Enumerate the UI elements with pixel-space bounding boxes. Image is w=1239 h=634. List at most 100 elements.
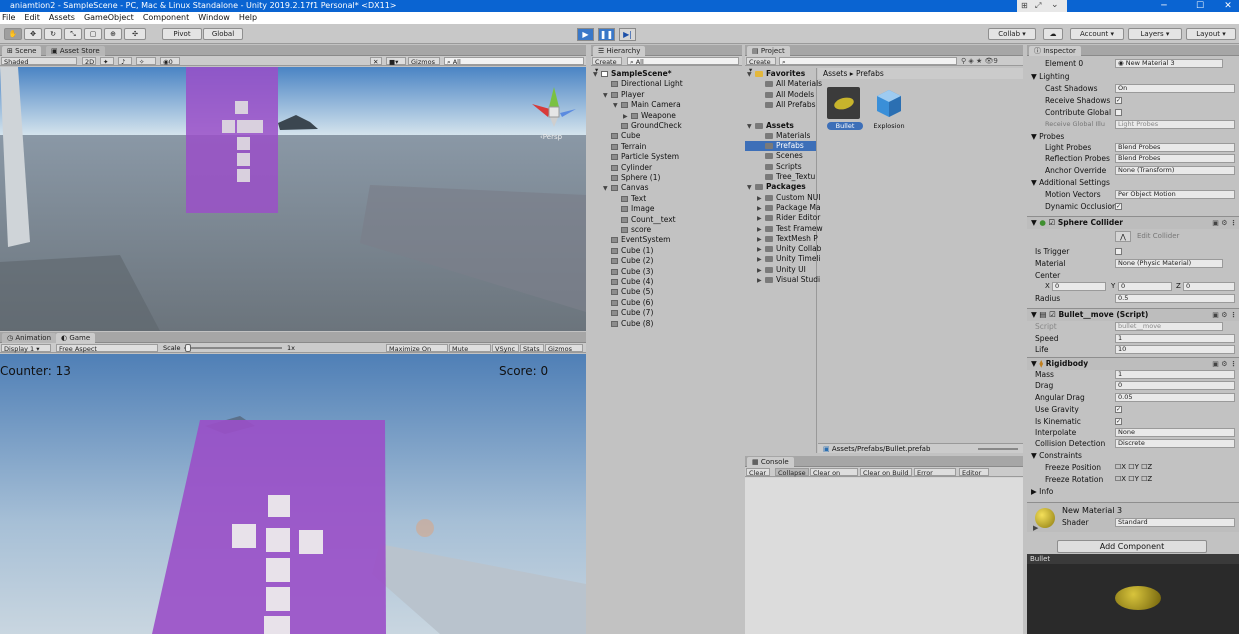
reflection-probes-dropdown[interactable]: Blend Probes	[1115, 154, 1235, 163]
radius-field[interactable]: 0.5	[1115, 294, 1235, 303]
maximize-on-play-toggle[interactable]: Maximize On Play	[386, 344, 448, 361]
hierarchy-item[interactable]: Cylinder	[591, 163, 742, 173]
hierarchy-item[interactable]: Cube (1)	[591, 246, 742, 256]
light-probes-dropdown[interactable]: Blend Probes	[1115, 143, 1235, 152]
menu-help[interactable]: Help	[239, 12, 257, 24]
is-kinematic-checkbox[interactable]: ✓	[1115, 418, 1122, 425]
collider-material-field[interactable]: None (Physic Material)	[1115, 259, 1223, 268]
move-tool-button[interactable]: ✥	[24, 28, 42, 40]
custom-tool-button[interactable]: ✣	[124, 28, 146, 40]
edit-collider-button[interactable]: ⋀	[1115, 231, 1131, 242]
game-viewport[interactable]	[0, 354, 586, 634]
tab-scene[interactable]: ⊞ Scene	[2, 46, 42, 56]
tab-game[interactable]: ◐ Game	[56, 333, 96, 343]
hierarchy-item[interactable]: Sphere (1)	[591, 173, 742, 183]
material-expand-icon[interactable]: ▶	[1033, 524, 1038, 532]
display-dropdown[interactable]: Display 1 ▾	[1, 344, 51, 353]
console-clear-on-play-toggle[interactable]: Clear on Play	[810, 468, 858, 485]
interpolate-dropdown[interactable]: None	[1115, 428, 1235, 437]
receive-shadows-checkbox[interactable]: ✓	[1115, 97, 1122, 104]
close-button[interactable]: ✕	[1214, 0, 1239, 12]
project-tree-item[interactable]: Scenes	[745, 151, 816, 161]
probes-header[interactable]: ▼ Probes	[1027, 131, 1239, 142]
dynamic-occlusion-checkbox[interactable]: ✓	[1115, 203, 1122, 210]
project-tree-item[interactable]: Scripts	[745, 162, 816, 172]
project-tree-item[interactable]: Tree_Textu	[745, 172, 816, 182]
project-tree-item[interactable]: ▶ Unity Timeli	[745, 254, 821, 264]
game-gizmos-dropdown[interactable]: Gizmos	[545, 344, 583, 353]
menu-assets[interactable]: Assets	[49, 12, 75, 24]
console-collapse-toggle[interactable]: Collapse	[775, 468, 809, 477]
hierarchy-search-input[interactable]: ⌕ All	[627, 57, 739, 66]
hidden-objects-toggle[interactable]: ◉0	[160, 57, 180, 66]
hierarchy-item[interactable]: Cube	[591, 131, 742, 141]
hierarchy-item[interactable]: Cube (6)	[591, 298, 742, 308]
menu-file[interactable]: File	[2, 12, 15, 24]
project-tree-item[interactable]	[745, 110, 816, 120]
shader-dropdown[interactable]: Standard	[1115, 518, 1235, 527]
receive-gi-dropdown[interactable]: Light Probes	[1115, 120, 1235, 129]
hierarchy-item[interactable]: Cube (2)	[591, 256, 742, 266]
project-tree-item[interactable]: ▶ TextMesh P	[745, 234, 818, 244]
tools-toggle[interactable]: ✕	[370, 57, 382, 66]
project-tree-item[interactable]: All Prefabs	[745, 100, 816, 110]
transform-tool-button[interactable]: ⊕	[104, 28, 122, 40]
hierarchy-item[interactable]: ▼ Main Camera	[591, 100, 742, 110]
scene-search-input[interactable]: ⌕ All	[444, 57, 584, 66]
global-toggle[interactable]: Global	[203, 28, 243, 40]
hierarchy-item[interactable]: Cube (3)	[591, 267, 742, 277]
contribute-gi-checkbox[interactable]	[1115, 109, 1122, 116]
project-tree-item[interactable]: ▶ Test Framew	[745, 224, 823, 234]
life-field[interactable]: 10	[1115, 345, 1235, 354]
hierarchy-item[interactable]: GroundCheck	[591, 121, 742, 131]
hierarchy-item[interactable]: score	[591, 225, 742, 235]
hierarchy-create-button[interactable]: Create ▾	[592, 57, 622, 74]
project-tree-item[interactable]: ▶ Unity UI	[745, 265, 816, 275]
gizmos-dropdown[interactable]: Gizmos	[408, 57, 440, 66]
collab-dropdown[interactable]: Collab ▾	[988, 28, 1036, 40]
project-tree-item[interactable]: Materials	[745, 131, 816, 141]
project-filter-icons[interactable]: ⚲ ◈ ★ 👁9	[961, 57, 998, 65]
breadcrumb-prefabs[interactable]: Prefabs	[856, 69, 884, 78]
additional-settings-header[interactable]: ▼ Additional Settings	[1027, 177, 1239, 188]
console-clear-button[interactable]: Clear	[746, 468, 770, 477]
scene-viewport[interactable]: ‹Persp	[0, 67, 586, 331]
scale-slider-handle[interactable]	[185, 344, 191, 352]
element0-field[interactable]: ◉ New Material 3	[1115, 59, 1223, 68]
asset-explosion[interactable]: Explosion	[871, 87, 907, 133]
project-tree-item[interactable]: ▼ Assets	[745, 121, 816, 131]
console-log-area[interactable]	[745, 478, 1023, 634]
hierarchy-item[interactable]: Directional Light	[591, 79, 742, 89]
freeze-rotation-checkboxes[interactable]: ☐X ☐Y ☐Z	[1115, 474, 1152, 485]
menu-window[interactable]: Window	[198, 12, 230, 24]
hierarchy-item[interactable]: Terrain	[591, 142, 742, 152]
script-header[interactable]: ▼ ▤ ☑ Bullet__move (Script) ▣ ⚙ ⋮	[1027, 308, 1239, 321]
tab-project[interactable]: ▤ Project	[747, 46, 790, 56]
collision-detection-dropdown[interactable]: Discrete	[1115, 439, 1235, 448]
menu-edit[interactable]: Edit	[24, 12, 40, 24]
project-tree-item[interactable]: ▶ Unity Collab	[745, 244, 821, 254]
center-z-field[interactable]: 0	[1183, 282, 1235, 291]
project-tree-item[interactable]: ▶ Rider Editor	[745, 213, 820, 223]
rect-tool-button[interactable]: ▢	[84, 28, 102, 40]
account-dropdown[interactable]: Account ▾	[1070, 28, 1124, 40]
hierarchy-item[interactable]: EventSystem	[591, 235, 742, 245]
vsync-toggle[interactable]: VSync	[492, 344, 519, 353]
hierarchy-item[interactable]: ▼ SampleScene*	[591, 69, 742, 79]
hierarchy-item[interactable]: ▼ Canvas	[591, 183, 742, 193]
hierarchy-item[interactable]: Image	[591, 204, 742, 214]
hierarchy-item[interactable]: Count__text	[591, 215, 742, 225]
drag-field[interactable]: 0	[1115, 381, 1235, 390]
cloud-button[interactable]: ☁	[1043, 28, 1063, 40]
info-header[interactable]: ▶ Info	[1027, 486, 1239, 497]
stats-toggle[interactable]: Stats	[520, 344, 544, 353]
mute-audio-toggle[interactable]: Mute Audio	[449, 344, 491, 361]
icon-size-slider[interactable]	[978, 448, 1018, 450]
project-tree-item[interactable]: ▶ Custom NUI	[745, 193, 820, 203]
tab-inspector[interactable]: ⓘ Inspector	[1029, 46, 1081, 56]
scale-tool-button[interactable]: ⤡	[64, 28, 82, 40]
center-x-field[interactable]: 0	[1052, 282, 1106, 291]
layers-dropdown[interactable]: Layers ▾	[1128, 28, 1182, 40]
mode-2d-toggle[interactable]: 2D	[82, 57, 96, 66]
breadcrumb-assets[interactable]: Assets	[823, 69, 847, 78]
